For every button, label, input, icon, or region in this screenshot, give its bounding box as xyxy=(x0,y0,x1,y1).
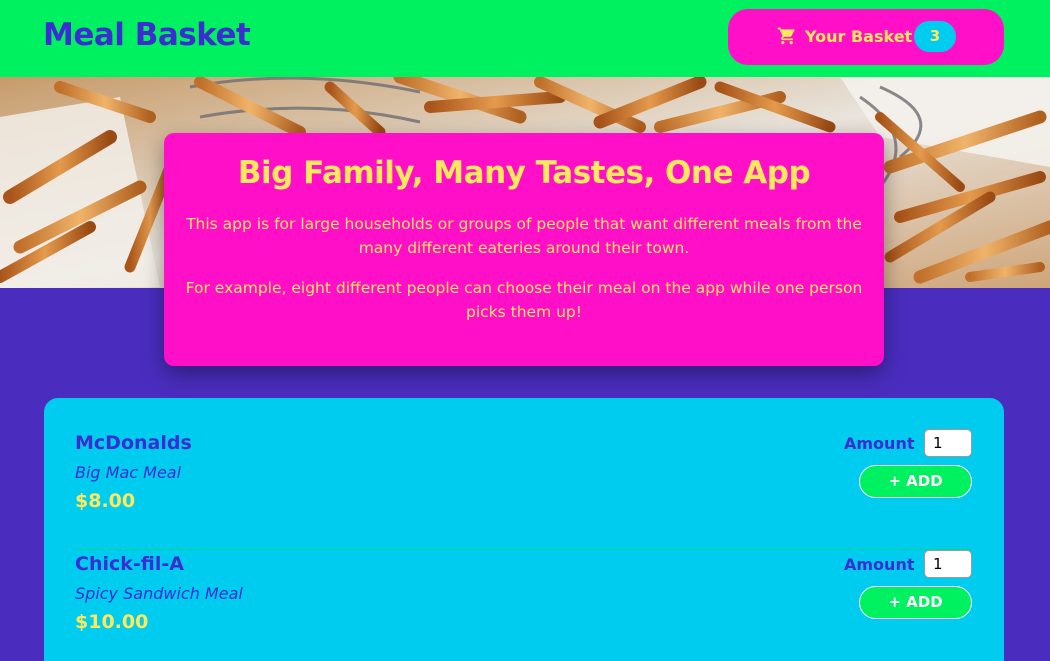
amount-label: Amount xyxy=(844,555,915,574)
amount-input[interactable] xyxy=(924,550,972,578)
meal-description: Big Mac Meal xyxy=(75,463,182,482)
meal-restaurant-name: McDonalds xyxy=(75,432,192,454)
intro-title: Big Family, Many Tastes, One App xyxy=(237,155,811,191)
meal-description: Spicy Sandwich Meal xyxy=(75,584,243,603)
intro-paragraph: This app is for large households or grou… xyxy=(186,215,862,257)
amount-label: Amount xyxy=(844,434,915,453)
site-logo[interactable]: Meal Basket xyxy=(43,17,251,53)
add-to-basket-button[interactable]: + ADD xyxy=(859,586,972,619)
meal-price: $10.00 xyxy=(75,611,149,633)
amount-input[interactable] xyxy=(924,429,972,457)
basket-label: Your Basket xyxy=(805,27,913,46)
intro-card: Big Family, Many Tastes, One App This ap… xyxy=(164,133,884,366)
meals-list-panel: McDonalds Big Mac Meal $8.00 Amount + AD… xyxy=(44,398,1004,661)
add-to-basket-button[interactable]: + ADD xyxy=(859,465,972,498)
meal-restaurant-name: Chick-fil-A xyxy=(75,553,184,575)
basket-count-badge: 3 xyxy=(914,21,956,52)
meal-list-item: McDonalds Big Mac Meal $8.00 Amount + AD… xyxy=(75,428,972,550)
your-basket-button[interactable]: Your Basket 3 xyxy=(728,9,1004,65)
shopping-cart-icon xyxy=(777,27,795,45)
meal-list-item: Chick-fil-A Spicy Sandwich Meal $10.00 A… xyxy=(75,549,972,661)
meal-price: $8.00 xyxy=(75,490,136,512)
top-header: Meal Basket Your Basket 3 xyxy=(0,0,1050,77)
intro-paragraph: For example, eight different people can … xyxy=(185,279,863,321)
